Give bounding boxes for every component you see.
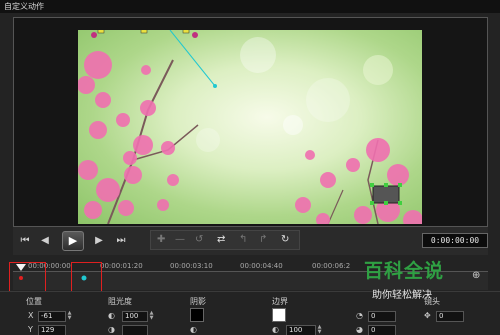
tick-label: 00:00:01:20	[100, 262, 143, 270]
shadow-color-swatch[interactable]	[190, 308, 204, 322]
move-right-icon[interactable]: ↱	[259, 234, 267, 245]
tick-label: 00:00:03:10	[170, 262, 213, 270]
move-icon: ✥	[424, 311, 431, 320]
position-x-input[interactable]: -61	[38, 311, 66, 322]
opacity-input[interactable]: 100	[122, 311, 148, 322]
border-opacity-input[interactable]: 100	[286, 325, 316, 335]
shadow-opacity-icon: ◐	[190, 325, 197, 334]
blur-icon: ◑	[108, 325, 115, 334]
play-icon: ▶	[68, 234, 78, 247]
border-opacity-icon: ◐	[272, 325, 279, 334]
tick-label: 00:00:04:40	[240, 262, 283, 270]
y-label: Y	[28, 325, 33, 334]
add-keyframe-icon[interactable]: ✚	[157, 234, 165, 245]
opacity-icon: ◐	[108, 311, 115, 320]
rotate-y-icon: ◕	[356, 325, 363, 334]
watermark-logo: 百科全说 助你轻松解决	[350, 250, 490, 310]
move-left-icon[interactable]: ↰	[239, 234, 247, 245]
border-color-swatch[interactable]	[272, 308, 286, 322]
step-forward-icon[interactable]: ▶	[92, 234, 106, 248]
window-title: 自定义动作	[0, 0, 500, 13]
watermark-title: 百科全说	[364, 260, 445, 282]
skip-start-icon[interactable]: ⏮	[18, 234, 32, 248]
preview-canvas[interactable]	[78, 30, 422, 224]
border-label: 边界	[272, 297, 288, 306]
loop-icon[interactable]: ↻	[281, 234, 289, 245]
remove-keyframe-icon[interactable]: —	[175, 234, 185, 245]
position-x-stepper[interactable]: ▲ ▼	[66, 311, 73, 322]
rotation-y-input[interactable]: 0	[368, 325, 396, 335]
rotate-x-icon: ◔	[356, 311, 363, 320]
border-opacity-stepper[interactable]: ▲ ▼	[316, 325, 323, 335]
watermark-subtitle: 助你轻松解决	[372, 290, 432, 301]
timecode-display[interactable]: 0:00:00:00	[422, 233, 488, 248]
edit-toolbar: ✚ — ↺ ⇄ ↰ ↱ ↻	[150, 230, 300, 250]
step-back-icon[interactable]: ◀	[38, 234, 52, 248]
blossom-image	[78, 30, 422, 224]
opacity-stepper[interactable]: ▲ ▼	[148, 311, 155, 322]
skip-end-icon[interactable]: ⏭	[114, 234, 128, 248]
rotation-z-input[interactable]: 0	[436, 311, 464, 322]
blur-input[interactable]	[122, 325, 148, 335]
rotation-x-input[interactable]: 0	[368, 311, 396, 322]
annotation-box	[9, 262, 46, 292]
position-label: 位置	[26, 297, 42, 306]
shadow-label: 阴影	[190, 297, 206, 306]
reverse-icon[interactable]: ↺	[195, 234, 203, 245]
swap-icon[interactable]: ⇄	[217, 234, 225, 245]
position-y-input[interactable]: 129	[38, 325, 66, 335]
play-button[interactable]: ▶	[62, 231, 84, 251]
x-label: X	[28, 311, 34, 320]
tick-label: 00:00:06:2	[312, 262, 351, 270]
opacity-label: 阻光度	[108, 297, 132, 306]
